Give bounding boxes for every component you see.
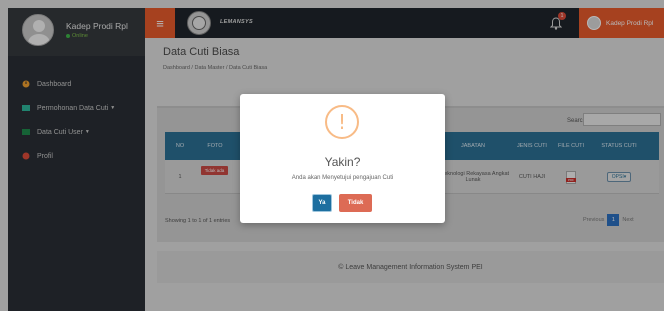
warning-icon: ! xyxy=(325,105,359,139)
confirm-button[interactable]: Ya xyxy=(312,194,332,212)
cancel-button[interactable]: Tidak xyxy=(339,194,372,212)
dialog-message: Anda akan Menyetujui pengajuan Cuti xyxy=(291,175,394,181)
dialog-title: Yakin? xyxy=(324,155,361,169)
confirm-dialog: ! Yakin? Anda akan Menyetujui pengajuan … xyxy=(240,94,445,223)
